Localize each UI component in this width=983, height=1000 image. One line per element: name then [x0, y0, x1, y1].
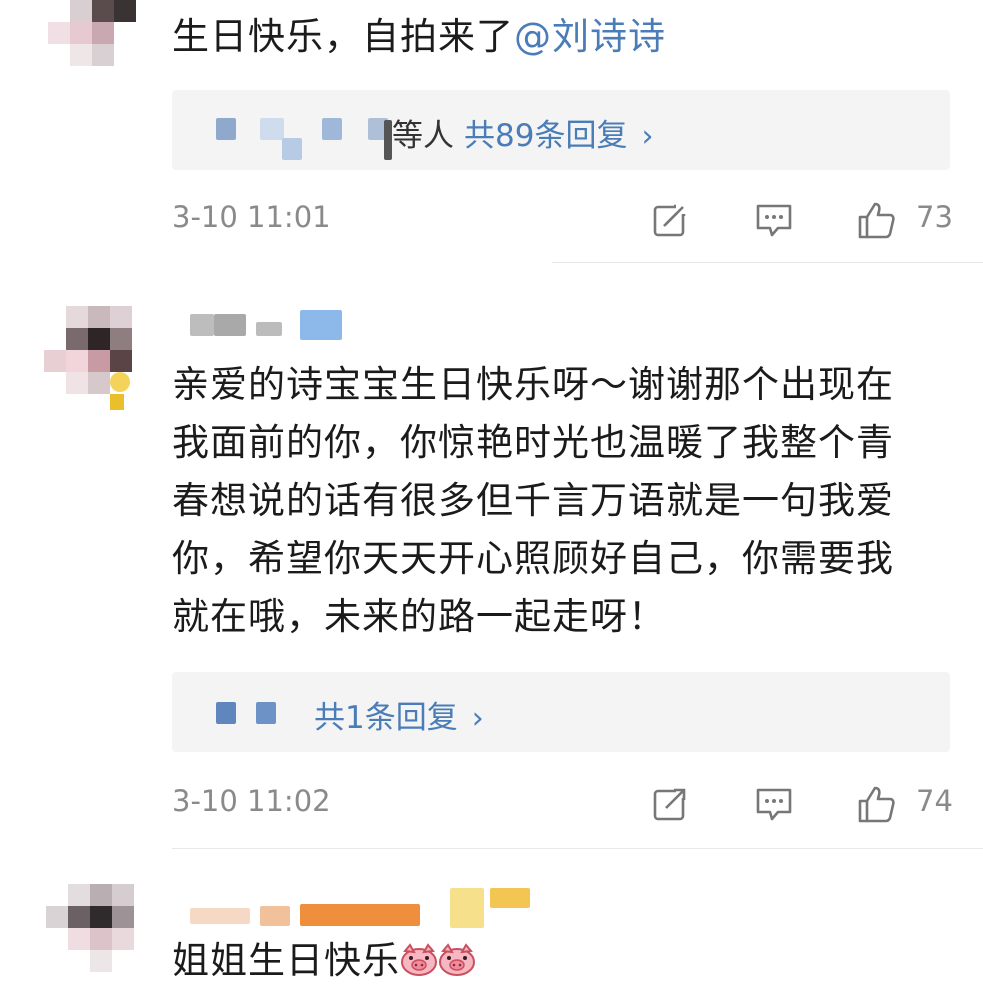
timestamp: 3-10 11:01: [172, 200, 331, 234]
share-icon[interactable]: [650, 200, 690, 240]
reply-preview[interactable]: 共1条回复 ›: [172, 672, 950, 752]
like-count: 73: [916, 200, 953, 234]
reply-preview[interactable]: 等人 共89条回复 ›: [172, 90, 950, 170]
mention-link[interactable]: @刘诗诗: [514, 15, 666, 58]
comment-text: 亲爱的诗宝宝生日快乐呀～谢谢那个出现在 我面前的你，你惊艳时光也温暖了我整个青 …: [172, 356, 962, 646]
comment-icon[interactable]: [754, 200, 794, 240]
comment-line: 亲爱的诗宝宝生日快乐呀～谢谢那个出现在: [172, 363, 894, 406]
avatar[interactable]: [48, 0, 148, 110]
comment-meta: 3-10 11:01 73: [172, 200, 962, 240]
replier-suffix: 等人: [392, 118, 454, 154]
comment-icon[interactable]: [754, 784, 794, 824]
view-replies-label: 共89条回复: [464, 118, 628, 154]
divider: [172, 848, 983, 849]
comment-meta: 3-10 11:02 74: [172, 784, 962, 824]
comment-line: 就在哦，未来的路一起走呀！: [172, 595, 666, 638]
comment-text-body: 生日快乐，自拍来了: [172, 15, 514, 58]
thumbs-up-icon[interactable]: [856, 200, 896, 240]
chevron-right-icon: ›: [471, 701, 484, 736]
pig-emoji-icon: [401, 943, 437, 976]
avatar[interactable]: [46, 884, 146, 994]
comment-line: 你，希望你天天开心照顾好自己，你需要我: [172, 537, 894, 580]
timestamp: 3-10 11:02: [172, 784, 331, 818]
comment-line: 我面前的你，你惊艳时光也温暖了我整个青: [172, 421, 894, 464]
comment-text: 生日快乐，自拍来了@刘诗诗: [172, 8, 962, 66]
view-replies-link[interactable]: 共89条回复 ›: [464, 110, 653, 155]
comment-text-body: 姐姐生日快乐: [172, 939, 400, 982]
comment-item: 亲爱的诗宝宝生日快乐呀～谢谢那个出现在 我面前的你，你惊艳时光也温暖了我整个青 …: [0, 300, 983, 850]
comment-item: 姐姐生日快乐: [0, 880, 983, 1000]
view-replies-label: 共1条回复: [314, 700, 458, 736]
like-count: 74: [916, 784, 953, 818]
pig-emoji-icon: [439, 943, 475, 976]
comment-item: 生日快乐，自拍来了@刘诗诗 等人 共89条回复 › 3-10 11:01 73: [0, 0, 983, 263]
avatar[interactable]: [44, 306, 144, 416]
divider: [552, 262, 983, 263]
comment-text: 姐姐生日快乐: [172, 932, 962, 990]
view-replies-link[interactable]: 共1条回复 ›: [314, 692, 484, 737]
share-icon[interactable]: [650, 784, 690, 824]
chevron-right-icon: ›: [641, 119, 654, 154]
thumbs-up-icon[interactable]: [856, 784, 896, 824]
comment-line: 春想说的话有很多但千言万语就是一句我爱: [172, 479, 894, 522]
